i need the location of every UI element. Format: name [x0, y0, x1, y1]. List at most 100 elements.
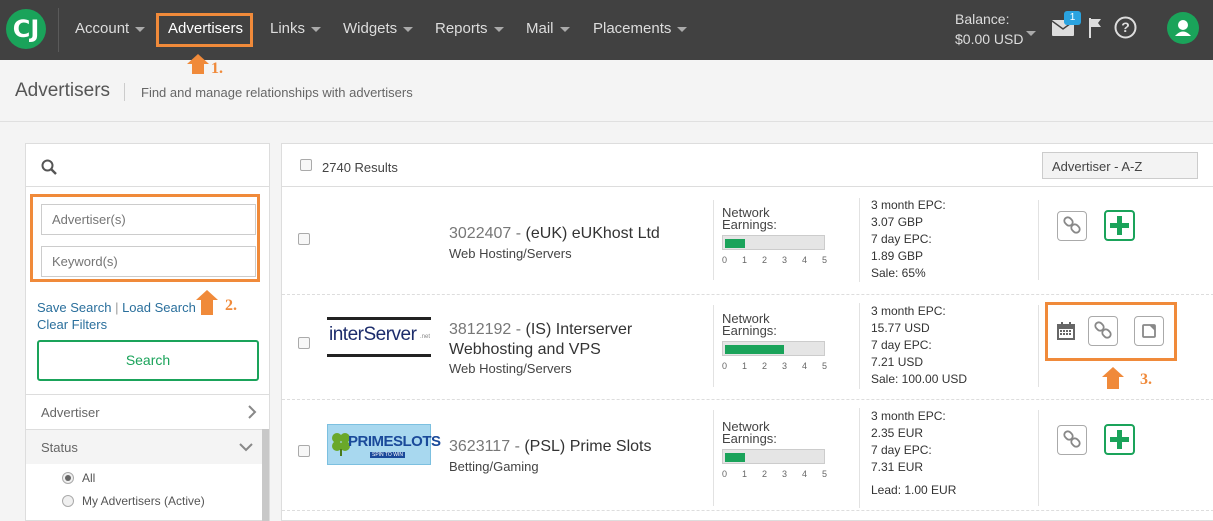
- column-divider: [713, 410, 714, 506]
- epc-details: 3 month EPC: 2.35 EUR 7 day EPC: 7.31 EUR Le…: [871, 409, 957, 497]
- annotation-number-2: 2.: [225, 297, 237, 314]
- svg-text:?: ?: [1121, 19, 1130, 35]
- column-divider: [1038, 410, 1039, 506]
- help-icon[interactable]: ?: [1114, 16, 1137, 39]
- join-program-button[interactable]: [1104, 424, 1135, 455]
- scale-tick-label: 2: [762, 361, 768, 371]
- advertiser-category: Betting/Gaming: [449, 459, 539, 474]
- row-checkbox[interactable]: [298, 337, 310, 349]
- highlight-box-advertisers: [156, 13, 253, 47]
- select-all-checkbox[interactable]: [300, 159, 312, 171]
- plus-icon: [1110, 216, 1129, 235]
- search-links: Save Search | Load Search: [37, 300, 196, 315]
- highlight-box-search-inputs: [30, 194, 260, 282]
- advertiser-logo: PRIMESLOTS SPIN TO WIN: [327, 424, 441, 465]
- clear-filters-link[interactable]: Clear Filters: [37, 317, 107, 332]
- nav-item-links[interactable]: Links: [270, 20, 322, 37]
- balance-label: Balance:: [955, 11, 1010, 27]
- advertiser-row: PRIMESLOTS SPIN TO WIN 3623117 - (PSL) P…: [282, 400, 1213, 510]
- flag-icon[interactable]: [1088, 17, 1102, 39]
- nav-item-mail[interactable]: Mail: [526, 20, 570, 37]
- status-option-all[interactable]: All: [62, 471, 95, 485]
- scale-tick-label: 5: [822, 469, 828, 479]
- chevron-down-icon: [677, 26, 688, 32]
- results-header: 2740 Results Advertiser - A-Z: [282, 144, 1213, 187]
- interserver-logo-text: interServer: [329, 324, 417, 345]
- save-search-link[interactable]: Save Search: [37, 300, 111, 315]
- radio-selected[interactable]: [62, 472, 74, 484]
- balance-dropdown[interactable]: Balance: $0.00 USD: [955, 9, 1036, 49]
- network-earnings-label: Network Earnings:: [722, 419, 777, 446]
- epc-details: 3 month EPC: 15.77 USD 7 day EPC: 7.21 USD S…: [871, 304, 968, 386]
- page-header: Advertisers Find and manage relationship…: [0, 60, 1213, 122]
- join-program-button[interactable]: [1104, 210, 1135, 241]
- annotation-number-1: 1.: [211, 60, 223, 77]
- network-earnings-bar: [722, 341, 825, 356]
- network-earnings-bar: [722, 449, 825, 464]
- page-title: Advertisers: [15, 80, 111, 101]
- advertiser-name[interactable]: 3022407 - (eUK) eUKhost Ltd: [449, 225, 660, 243]
- radio-unselected[interactable]: [62, 495, 74, 507]
- network-earnings-fill: [725, 345, 784, 354]
- network-earnings-bar: [722, 235, 825, 250]
- annotation-arrow-stem: [192, 64, 204, 74]
- scale-tick-label: 3: [782, 361, 788, 371]
- network-earnings-fill: [725, 453, 745, 462]
- status-option-my-advertisers[interactable]: My Advertisers (Active): [62, 494, 205, 508]
- link-icon: [1063, 430, 1081, 448]
- scale-tick-label: 2: [762, 469, 768, 479]
- sidebar-scrollbar[interactable]: [262, 429, 269, 521]
- row-checkbox[interactable]: [298, 233, 310, 245]
- advertiser-name[interactable]: 3812192 - (IS) Interserver: [449, 321, 632, 339]
- epc-details: 3 month EPC: 3.07 GBP 7 day EPC: 1.89 GBP Sa…: [871, 198, 946, 280]
- network-earnings-fill: [725, 239, 745, 248]
- column-divider: [1038, 305, 1039, 387]
- cj-logo[interactable]: CJ: [6, 9, 46, 49]
- plus-icon: [1110, 430, 1129, 449]
- scale-tick-label: 4: [802, 255, 808, 265]
- advertiser-logo: interServer .net: [327, 317, 431, 357]
- load-search-link[interactable]: Load Search: [122, 300, 196, 315]
- scale-tick-label: 0: [722, 469, 728, 479]
- filter-status[interactable]: Status: [26, 429, 269, 464]
- page-subtitle: Find and manage relationships with adver…: [141, 85, 413, 100]
- get-links-button[interactable]: [1057, 425, 1087, 455]
- chevron-down-icon: [403, 26, 414, 32]
- scale-tick-label: 4: [802, 469, 808, 479]
- column-divider: [713, 200, 714, 280]
- annotation-arrow-up: [1102, 367, 1124, 377]
- scale-tick-label: 1: [742, 469, 748, 479]
- nav-item-reports[interactable]: Reports: [435, 20, 504, 37]
- sort-select[interactable]: Advertiser - A-Z: [1042, 152, 1198, 179]
- search-button[interactable]: Search: [37, 340, 259, 381]
- title-divider: [124, 83, 125, 101]
- results-count: 2740 Results: [322, 160, 398, 175]
- chevron-right-icon: [248, 405, 257, 419]
- annotation-arrow-stem: [201, 300, 213, 315]
- column-divider: [859, 303, 860, 389]
- user-avatar[interactable]: [1167, 12, 1199, 44]
- scale-tick-label: 5: [822, 361, 828, 371]
- scale-tick-label: 0: [722, 255, 728, 265]
- advertiser-name[interactable]: 3623117 - (PSL) Prime Slots: [449, 438, 651, 456]
- nav-item-widgets[interactable]: Widgets: [343, 20, 414, 37]
- nav-divider: [58, 8, 59, 52]
- column-divider: [859, 198, 860, 282]
- get-links-button[interactable]: [1057, 211, 1087, 241]
- annotation-arrow-stem: [1107, 377, 1119, 389]
- scale-tick-label: 2: [762, 255, 768, 265]
- filter-advertiser-label: Advertiser: [41, 405, 100, 420]
- search-icon[interactable]: [41, 159, 57, 175]
- nav-item-account[interactable]: Account: [75, 20, 146, 37]
- column-divider: [713, 305, 714, 387]
- scale-tick-label: 3: [782, 255, 788, 265]
- chevron-down-icon: [135, 26, 146, 32]
- annotation-number-3: 3.: [1140, 371, 1152, 388]
- nav-item-placements[interactable]: Placements: [593, 20, 688, 37]
- filter-status-label: Status: [41, 440, 78, 455]
- scale-tick-label: 1: [742, 255, 748, 265]
- filter-advertiser[interactable]: Advertiser: [26, 394, 269, 429]
- chevron-down-icon: [493, 26, 504, 32]
- interserver-logo-sub: .net: [420, 334, 431, 340]
- row-checkbox[interactable]: [298, 445, 310, 457]
